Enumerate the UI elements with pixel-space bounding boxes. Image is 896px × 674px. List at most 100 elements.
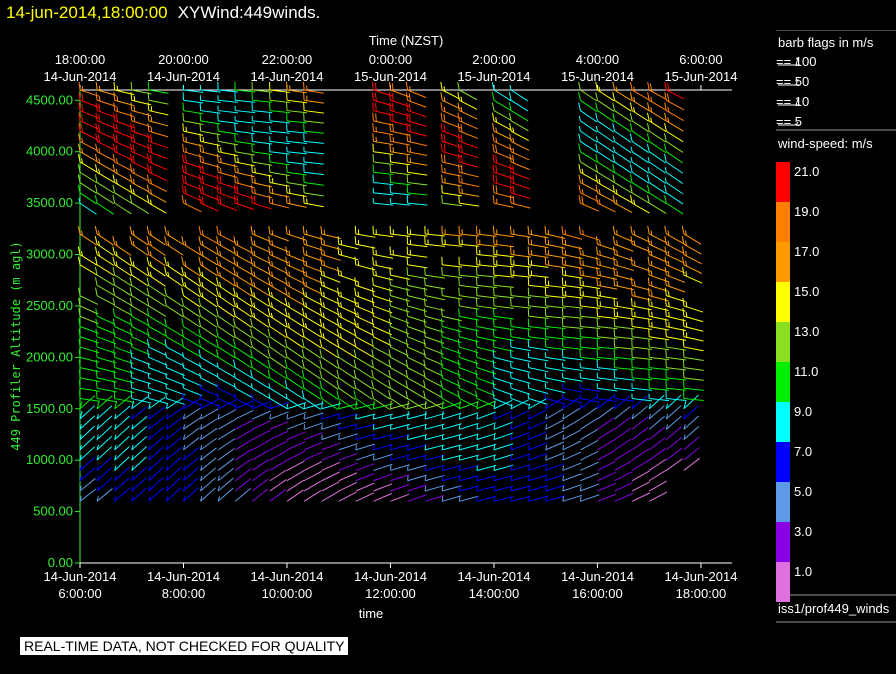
wind-barb bbox=[201, 438, 217, 450]
barb-shaft bbox=[183, 418, 199, 429]
barb-shaft bbox=[546, 431, 564, 440]
barb-feather bbox=[131, 349, 132, 357]
barb-shaft bbox=[287, 327, 304, 338]
barb-shaft bbox=[425, 296, 445, 300]
barb-feather bbox=[392, 93, 393, 101]
barb-shaft bbox=[115, 327, 133, 335]
barb-feather bbox=[476, 370, 477, 378]
barb-feather bbox=[666, 319, 667, 327]
barb-feather bbox=[113, 144, 114, 152]
barb-feather bbox=[528, 236, 529, 244]
barb-shaft bbox=[494, 378, 513, 384]
wind-barb bbox=[270, 480, 286, 491]
wind-barb bbox=[477, 412, 496, 419]
barb-shaft bbox=[356, 368, 373, 379]
wind-barb bbox=[78, 154, 97, 172]
wind-barb bbox=[320, 288, 339, 305]
barb-shaft bbox=[218, 316, 235, 327]
barb-shaft bbox=[580, 111, 597, 122]
barb-feather bbox=[407, 103, 408, 111]
barb-feather bbox=[114, 370, 115, 378]
barb-shaft bbox=[408, 435, 427, 440]
wind-barb bbox=[390, 455, 409, 460]
wind-barb bbox=[356, 454, 375, 460]
barb-shaft bbox=[80, 306, 98, 314]
wind-barb bbox=[580, 451, 598, 460]
barb-flag-row: == 5 bbox=[776, 114, 802, 129]
barb-feather bbox=[306, 230, 307, 235]
barb-feather bbox=[666, 329, 667, 337]
wind-barb bbox=[372, 349, 391, 367]
barb-feather bbox=[182, 185, 183, 193]
wind-barb bbox=[97, 489, 112, 502]
barb-feather bbox=[493, 360, 494, 368]
barb-shaft bbox=[563, 234, 582, 239]
barb-feather bbox=[303, 226, 304, 234]
wind-barb bbox=[441, 370, 460, 386]
barb-feather bbox=[95, 247, 97, 255]
barb-shaft bbox=[649, 347, 669, 350]
barb-feather bbox=[513, 155, 514, 163]
barb-shaft bbox=[494, 496, 513, 501]
barb-feather bbox=[389, 92, 390, 100]
barb-feather bbox=[630, 92, 632, 100]
wind-barb bbox=[494, 454, 513, 460]
barb-shaft bbox=[563, 452, 581, 460]
barb-shaft bbox=[511, 411, 529, 419]
barb-feather bbox=[216, 308, 218, 316]
wind-barb bbox=[355, 298, 375, 314]
x-axis-title: time bbox=[359, 606, 384, 621]
barb-feather bbox=[114, 113, 115, 121]
wind-barb bbox=[356, 464, 375, 471]
wind-barb bbox=[235, 479, 251, 492]
barb-feather bbox=[134, 106, 135, 111]
wind-barb bbox=[96, 319, 116, 335]
wind-barb bbox=[597, 440, 614, 450]
barb-feather bbox=[665, 277, 666, 285]
barb-feather bbox=[546, 465, 547, 470]
wind-barb bbox=[684, 380, 704, 390]
barb-feather bbox=[477, 435, 478, 440]
barb-shaft bbox=[149, 477, 164, 491]
wind-barb bbox=[356, 483, 374, 491]
barb-shaft bbox=[270, 441, 288, 450]
wind-barb bbox=[252, 126, 272, 133]
barb-feather bbox=[546, 486, 547, 491]
wind-barb bbox=[579, 195, 599, 211]
barb-shaft bbox=[459, 357, 478, 363]
barb-shaft bbox=[218, 419, 235, 429]
barb-shaft bbox=[632, 449, 649, 460]
barb-feather bbox=[613, 226, 614, 234]
wind-barb bbox=[79, 123, 98, 140]
barb-feather bbox=[372, 308, 373, 316]
barb-feather bbox=[459, 414, 460, 419]
barb-feather bbox=[493, 144, 494, 152]
wind-barb bbox=[166, 352, 185, 366]
barb-feather bbox=[339, 401, 340, 409]
wind-barb bbox=[682, 226, 701, 244]
barb-shaft bbox=[252, 347, 269, 358]
barb-feather bbox=[321, 236, 322, 244]
barb-shaft bbox=[666, 357, 686, 360]
barb-feather bbox=[251, 308, 253, 316]
wind-barb bbox=[95, 164, 114, 182]
barb-feather bbox=[596, 195, 597, 203]
barb-shaft bbox=[97, 275, 114, 285]
barb-feather bbox=[617, 240, 618, 245]
barb-feather bbox=[233, 308, 235, 316]
wind-barb bbox=[166, 457, 181, 470]
barb-feather bbox=[269, 195, 270, 203]
barb-feather bbox=[148, 113, 149, 121]
barb-feather bbox=[461, 134, 462, 142]
wind-barb bbox=[339, 463, 358, 470]
barb-shaft bbox=[442, 455, 461, 460]
barb-shaft bbox=[218, 478, 233, 491]
barb-shaft bbox=[132, 296, 149, 306]
barb-shaft bbox=[615, 347, 635, 349]
barb-feather bbox=[493, 390, 494, 398]
wind-barb bbox=[322, 413, 341, 419]
wind-barb bbox=[459, 195, 479, 206]
barb-feather bbox=[303, 277, 304, 285]
barb-shaft bbox=[666, 459, 682, 471]
barb-feather bbox=[134, 117, 135, 122]
